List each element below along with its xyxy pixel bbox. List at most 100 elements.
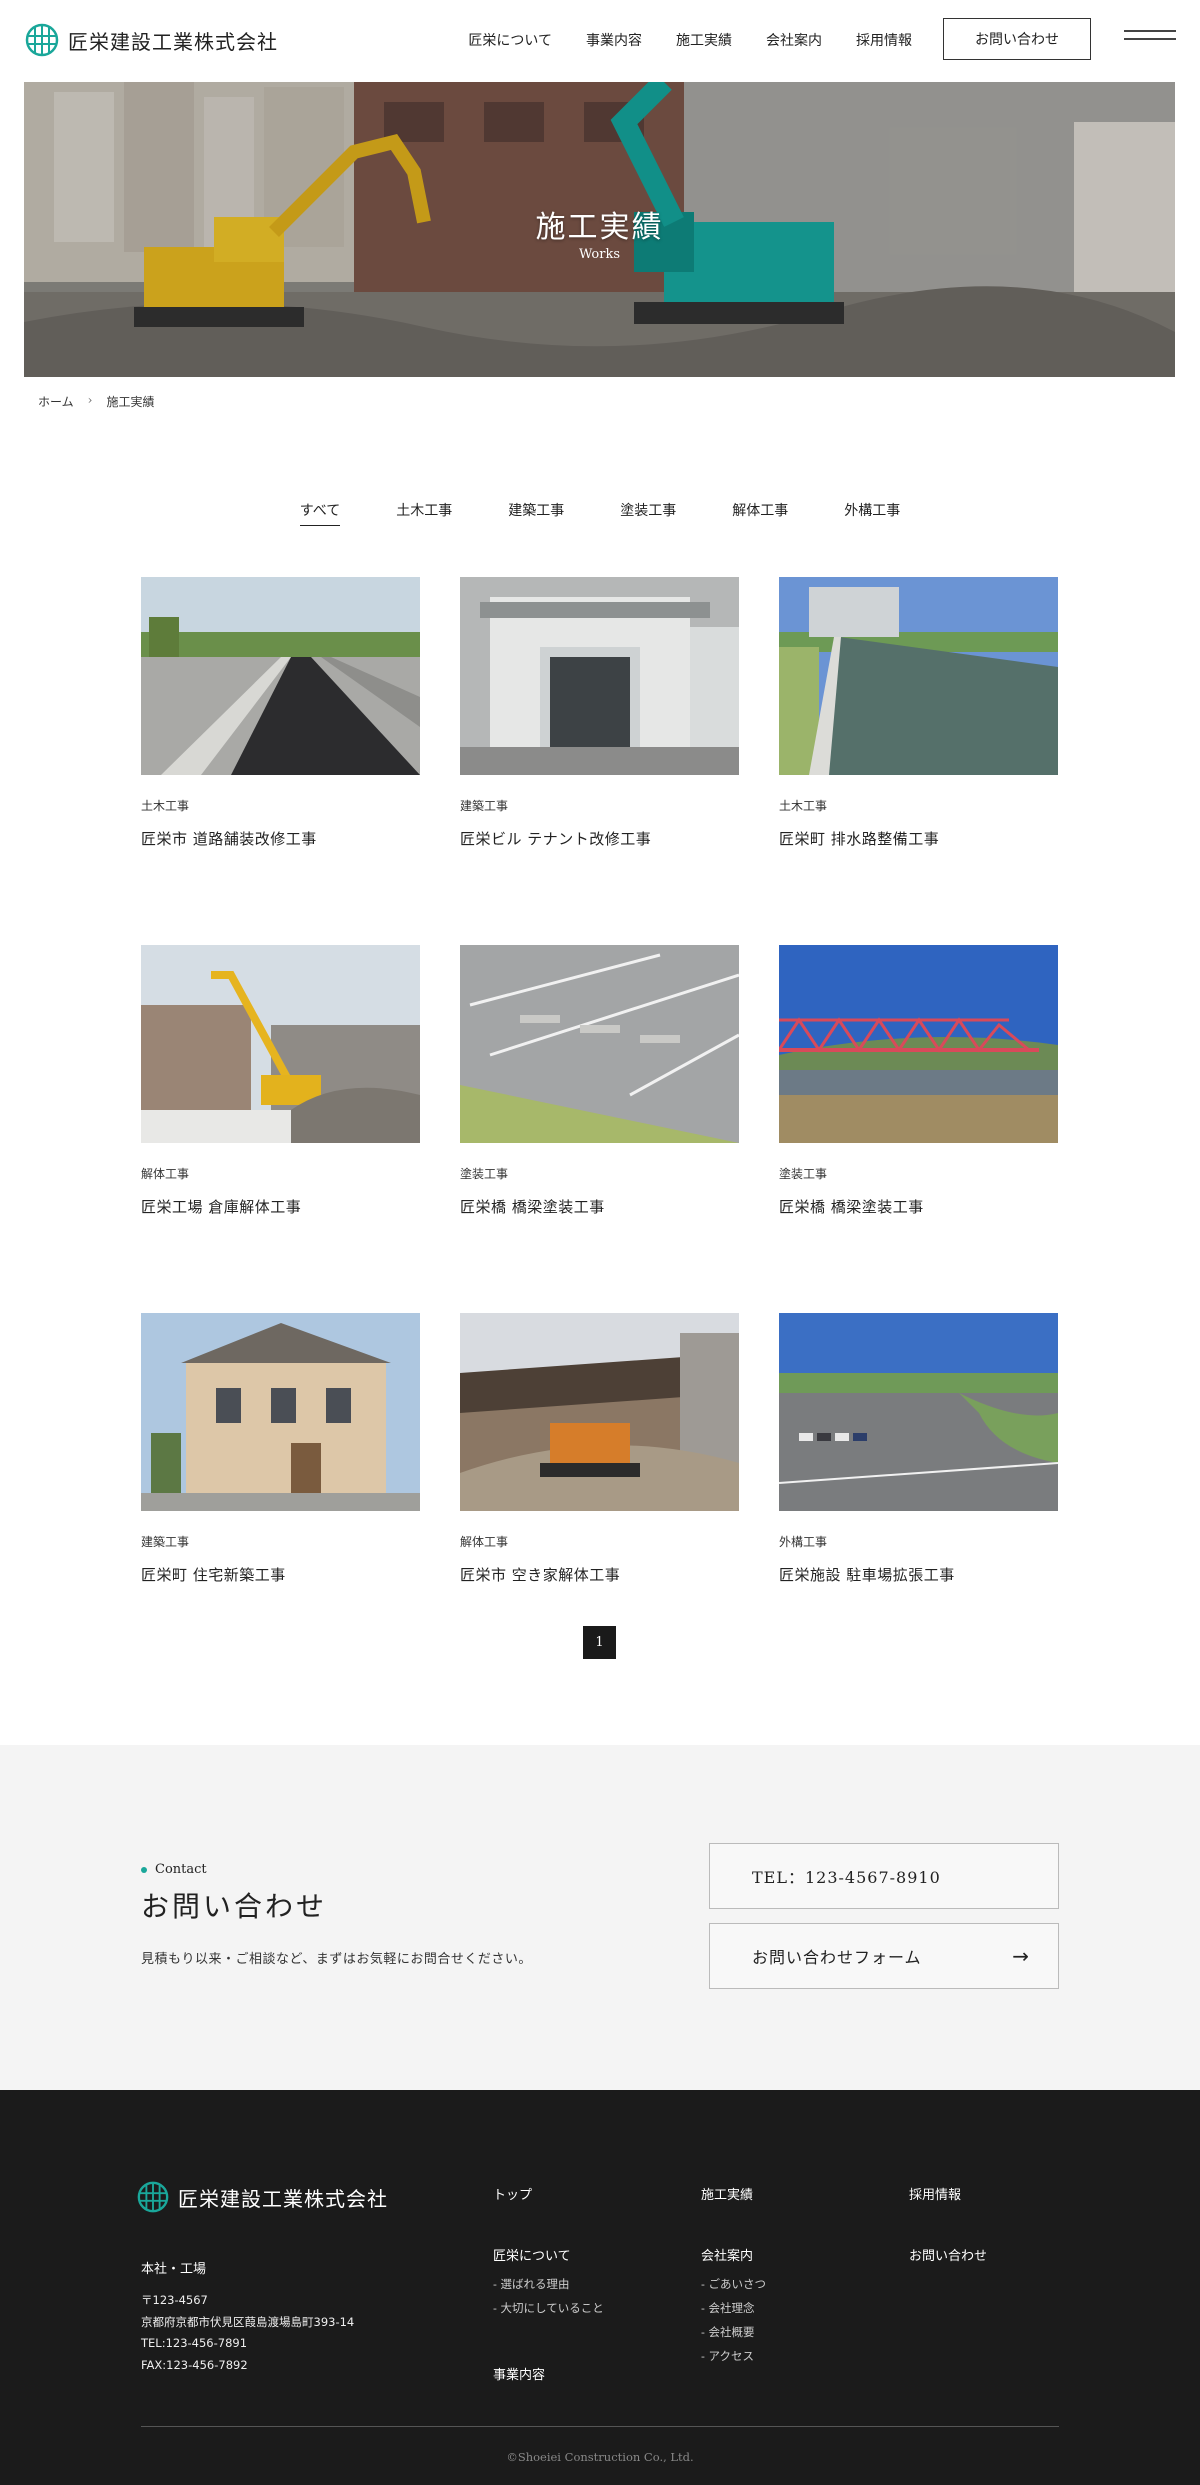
- header-contact-button[interactable]: お問い合わせ: [943, 18, 1091, 60]
- work-category: 外構工事: [779, 1535, 828, 1549]
- footer-link-overview[interactable]: - 会社概要: [701, 2320, 766, 2344]
- work-title[interactable]: 匠栄橋 橋梁塗装工事: [779, 1196, 1058, 1217]
- footer-about-sublinks: - 選ばれる理由 - 大切にしていること: [493, 2272, 604, 2320]
- footer-address: 京都府京都市伏見区葭島渡場島町393-14: [141, 2314, 355, 2329]
- work-card[interactable]: 解体工事 匠栄市 空き家解体工事: [460, 1313, 739, 1585]
- contact-form-label: お問い合わせフォーム: [752, 1948, 922, 1967]
- footer-link-top[interactable]: トップ: [493, 2184, 532, 2203]
- company-name: 匠栄建設工業株式会社: [68, 29, 278, 54]
- breadcrumb: ホーム › 施工実績: [38, 393, 154, 410]
- work-title[interactable]: 匠栄町 住宅新築工事: [141, 1564, 420, 1585]
- work-category: 塗装工事: [460, 1167, 509, 1181]
- nav-works[interactable]: 施工実績: [676, 30, 732, 50]
- work-card[interactable]: 建築工事 匠栄町 住宅新築工事: [141, 1313, 420, 1585]
- footer-company-sublinks: - ごあいさつ - 会社理念 - 会社概要 - アクセス: [701, 2272, 766, 2368]
- footer-link-company[interactable]: 会社案内: [701, 2245, 753, 2264]
- footer-company-name: 匠栄建設工業株式会社: [178, 2186, 388, 2211]
- work-card[interactable]: 建築工事 匠栄ビル テナント改修工事: [460, 577, 739, 849]
- footer-link-access[interactable]: - アクセス: [701, 2344, 766, 2368]
- work-category: 土木工事: [779, 799, 828, 813]
- globe-logo-icon: [137, 2181, 169, 2213]
- nav-recruit[interactable]: 採用情報: [856, 30, 912, 50]
- tab-painting[interactable]: 塗装工事: [620, 500, 676, 526]
- work-thumbnail-canal: [779, 577, 1058, 775]
- footer-divider: [141, 2426, 1059, 2427]
- tab-demolition[interactable]: 解体工事: [732, 500, 788, 526]
- contact-title: お問い合わせ: [141, 1890, 328, 1923]
- footer-tel: TEL:123-456-7891: [141, 2336, 248, 2350]
- tab-civil[interactable]: 土木工事: [396, 500, 452, 526]
- hero-subtitle: Works: [578, 247, 621, 262]
- work-thumbnail-road: [141, 577, 420, 775]
- work-category: 土木工事: [141, 799, 190, 813]
- work-category: 解体工事: [460, 1535, 509, 1549]
- copyright: ©Shoeiei Construction Co., Ltd.: [506, 2450, 694, 2464]
- work-card[interactable]: 外構工事 匠栄施設 駐車場拡張工事: [779, 1313, 1058, 1585]
- footer-logo[interactable]: 匠栄建設工業株式会社: [136, 2180, 388, 2214]
- work-thumbnail-bridge: [779, 945, 1058, 1143]
- dot-icon: [141, 1866, 147, 1873]
- contact-description: 見積もり以来・ご相談など、まずはお気軽にお問合せください。: [141, 1952, 532, 1967]
- tab-exterior[interactable]: 外構工事: [844, 500, 900, 526]
- site-logo[interactable]: 匠栄建設工業株式会社: [24, 22, 278, 58]
- footer-link-business[interactable]: 事業内容: [493, 2364, 545, 2383]
- footer-address-block: 〒123-4567 京都府京都市伏見区葭島渡場島町393-14 TEL:123-…: [141, 2290, 354, 2376]
- nav-company[interactable]: 会社案内: [766, 30, 822, 50]
- breadcrumb-home[interactable]: ホーム: [38, 393, 74, 410]
- footer-link-recruit[interactable]: 採用情報: [909, 2184, 961, 2203]
- site-header: 匠栄建設工業株式会社 匠栄について 事業内容 施工実績 会社案内 採用情報 お問…: [0, 0, 1200, 82]
- contact-label: Contact: [141, 1862, 207, 1877]
- work-card[interactable]: 土木工事 匠栄市 道路舗装改修工事: [141, 577, 420, 849]
- footer-link-values[interactable]: - 大切にしていること: [493, 2296, 604, 2320]
- work-thumbnail-parking: [460, 945, 739, 1143]
- hero-banner: 施工実績 Works: [24, 82, 1175, 377]
- work-category: 解体工事: [141, 1167, 190, 1181]
- tel-box[interactable]: TEL：123-4567-8910: [709, 1843, 1059, 1909]
- tab-all[interactable]: すべて: [299, 500, 341, 526]
- nav-business[interactable]: 事業内容: [586, 30, 642, 50]
- category-filter: すべて 土木工事 建築工事 塗装工事 解体工事 外構工事: [0, 500, 1200, 526]
- work-thumbnail-parking-lot: [779, 1313, 1058, 1511]
- footer-link-contact[interactable]: お問い合わせ: [909, 2245, 987, 2264]
- footer-fax: FAX:123-456-7892: [141, 2357, 248, 2372]
- globe-logo-icon: [25, 23, 59, 57]
- tab-building[interactable]: 建築工事: [508, 500, 564, 526]
- work-title[interactable]: 匠栄市 空き家解体工事: [460, 1564, 739, 1585]
- site-footer: 匠栄建設工業株式会社 本社・工場 〒123-4567 京都府京都市伏見区葭島渡場…: [0, 2090, 1200, 2485]
- hamburger-menu-icon[interactable]: [1124, 30, 1176, 44]
- pagination-page-current[interactable]: 1: [583, 1626, 616, 1659]
- footer-link-about[interactable]: 匠栄について: [493, 2245, 571, 2264]
- work-title[interactable]: 匠栄町 排水路整備工事: [779, 828, 1058, 849]
- work-title[interactable]: 匠栄市 道路舗装改修工事: [141, 828, 420, 849]
- work-thumbnail-house: [141, 1313, 420, 1511]
- work-category: 建築工事: [460, 799, 509, 813]
- work-category: 塗装工事: [779, 1167, 828, 1181]
- work-title[interactable]: 匠栄橋 橋梁塗装工事: [460, 1196, 739, 1217]
- breadcrumb-separator-icon: ›: [87, 393, 93, 407]
- work-thumbnail-building: [460, 577, 739, 775]
- contact-label-text: Contact: [155, 1862, 207, 1877]
- footer-link-reason[interactable]: - 選ばれる理由: [493, 2272, 604, 2296]
- work-card[interactable]: 土木工事 匠栄町 排水路整備工事: [779, 577, 1058, 849]
- work-card[interactable]: 塗装工事 匠栄橋 橋梁塗装工事: [460, 945, 739, 1217]
- works-grid: 土木工事 匠栄市 道路舗装改修工事 建築工事 匠栄ビル テナント改修工事 土木工…: [141, 577, 1059, 1585]
- contact-section: Contact お問い合わせ 見積もり以来・ご相談など、まずはお気軽にお問合せく…: [0, 1745, 1200, 2090]
- work-title[interactable]: 匠栄ビル テナント改修工事: [460, 828, 739, 849]
- work-title[interactable]: 匠栄施設 駐車場拡張工事: [779, 1564, 1058, 1585]
- work-category: 建築工事: [141, 1535, 190, 1549]
- footer-postal: 〒123-4567: [141, 2293, 208, 2307]
- work-card[interactable]: 塗装工事 匠栄橋 橋梁塗装工事: [779, 945, 1058, 1217]
- footer-link-works[interactable]: 施工実績: [701, 2184, 753, 2203]
- work-title[interactable]: 匠栄工場 倉庫解体工事: [141, 1196, 420, 1217]
- work-card[interactable]: 解体工事 匠栄工場 倉庫解体工事: [141, 945, 420, 1217]
- contact-form-button[interactable]: お問い合わせフォーム →: [709, 1923, 1059, 1989]
- footer-link-greeting[interactable]: - ごあいさつ: [701, 2272, 766, 2296]
- breadcrumb-current: 施工実績: [106, 395, 155, 409]
- work-thumbnail-vacant-house: [460, 1313, 739, 1511]
- arrow-right-icon: →: [1012, 1944, 1030, 1968]
- footer-link-philosophy[interactable]: - 会社理念: [701, 2296, 766, 2320]
- nav-about[interactable]: 匠栄について: [468, 30, 552, 50]
- global-nav: 匠栄について 事業内容 施工実績 会社案内 採用情報: [468, 30, 912, 50]
- footer-office-label: 本社・工場: [141, 2262, 207, 2277]
- work-thumbnail-demolition: [141, 945, 420, 1143]
